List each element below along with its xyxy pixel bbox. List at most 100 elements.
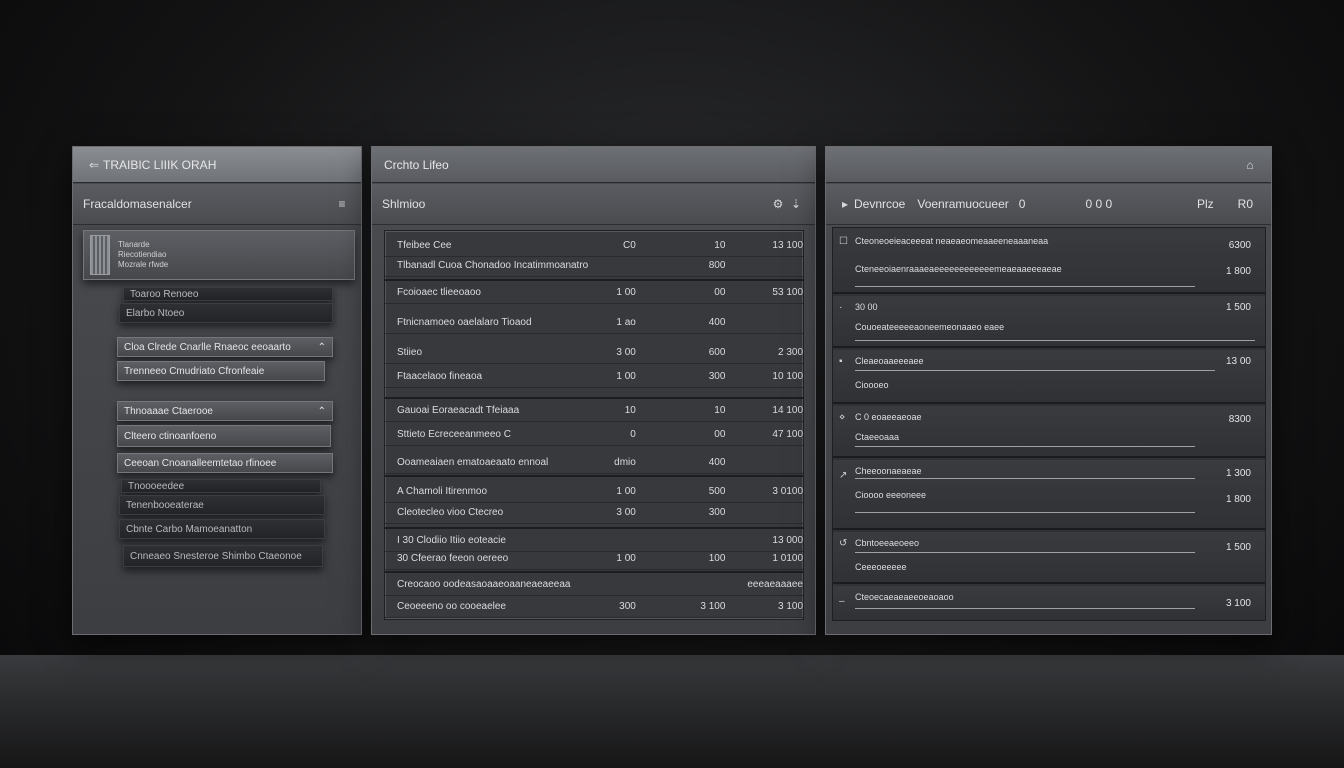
table-row[interactable]: Tlbanadl Cuoa Chonadoo Incatimmoanatro 80… [385,254,803,277]
cell: 10 [714,404,726,416]
cell: 1 00 [616,485,636,497]
cell: 400 [708,456,726,468]
cell: 2 300 [777,346,804,358]
list-item[interactable]: ↗ Cheeoonaeaeae Cioooo eeeoneee 1 300 1 … [833,460,1265,530]
progress-line [855,608,1195,609]
cell: A Chamoli Itirenmoo [397,485,488,497]
list-item-label: Thnoaaae Ctaerooe [124,405,213,417]
cell: Tlbanadl Cuoa Chonadoo Incatimmoanatro [397,259,589,271]
right-header-item[interactable]: Plz [1197,197,1214,211]
checkbox-icon[interactable]: ☐ [839,236,848,247]
list-item[interactable]: · 30 00 Couoeateeeeeaoneemeonaaeo eaee 1… [833,296,1265,348]
middle-header: Shlmioo ⚙ ⇣ [372,184,815,225]
item-title: Cheeoonaeaeae [855,466,922,476]
desk-surface [0,655,1344,768]
right-header-item[interactable]: 0 0 0 [1085,197,1197,211]
cell: C0 [623,239,636,251]
cell: 400 [708,316,726,328]
list-item[interactable]: ☐ Cteoneoeieaceeeat neaeaeomeaaeeneaaane… [833,228,1265,294]
play-icon[interactable]: ▸ [836,197,854,211]
left-header-title: Fracaldomasenalcer [83,197,192,211]
list-item[interactable]: Elarbo Ntoeo [119,303,333,323]
table-row[interactable]: Gauoai Eoraeacadt Tfeiaaa 10 10 14 100 [385,399,803,422]
list-item[interactable]: Clteero ctinoanfoeno [117,425,331,447]
list-item-label: Tnoooeedee [128,480,185,492]
table-row[interactable]: Creocaoo oodeasaoaaeoaaneaeaeeaa eeeaeaaa… [385,573,803,596]
list-item[interactable]: ⋄ C 0 eoaeeaeoae Ctaeeoaaa 8300 [833,406,1265,458]
table-row[interactable]: Sttieto Ecreceeanmeeo C 0 00 47 100 [385,423,803,446]
list-item[interactable]: ▪ Cleaeoaaeeeaee Cioooeo 13 00 [833,350,1265,404]
list-item[interactable]: Tnoooeedee [121,479,321,493]
table-row[interactable]: Cleotecleo vioo Ctecreo 3 00 300 [385,501,803,524]
cell: Sttieto Ecreceeanmeeo C [397,428,511,440]
list-item[interactable]: Cnneaeo Snesteroe Shimbo Ctaeonoe [123,545,323,567]
list-item[interactable]: Thnoaaae Ctaerooe ⌃ [117,401,333,421]
filter-icon[interactable]: ⇣ [787,197,805,211]
cell: Ftaacelaoo fineaoa [397,370,483,382]
activity-list: ☐ Cteoneoeieaceeeat neaeaeomeaaeeneaaane… [832,227,1266,621]
progress-line [855,340,1255,341]
right-panel: ⌂ ▸ Devnrcoe Voenramuocueer 0 0 0 0 Plz … [825,146,1272,635]
cell: 100 [708,552,726,564]
arrow-icon: ↗ [839,470,848,481]
table-row[interactable]: Fcoioaec tlieeoaoo 1 00 00 53 100 [385,281,803,304]
cell: 1 0100 [772,552,804,564]
dash-icon: – [839,596,845,607]
item-value: 1 800 [1225,494,1251,505]
cell: 300 [708,370,726,382]
progress-line [855,286,1195,287]
cell: 600 [708,346,726,358]
chevron-icon: ⌃ [317,341,326,353]
right-header-item[interactable]: 0 [1019,197,1026,211]
middle-panel: Crchto Lifeo Shlmioo ⚙ ⇣ Tfeibee Cee C0 10… [371,146,816,635]
table-row[interactable]: Ooameaiaen ematoaeaato ennoal dmio 400 [385,451,803,474]
item-subtitle: Ceeeoeeeee [855,562,907,572]
table-row[interactable]: Stiieo 3 00 600 2 300 [385,341,803,364]
list-item-label: Toaroo Renoeo [130,288,199,300]
cell: 13 000 [772,534,804,546]
list-item-label: Cbnte Carbo Mamoeanatton [126,523,253,535]
middle-header-title: Shlmioo [382,197,426,211]
cell: 10 100 [772,370,804,382]
file-card-line: Mozrale rfwde [118,260,169,269]
cell: Tfeibee Cee [397,239,452,251]
table-row[interactable]: Ftnicnamoeo oaelalaro Tioaod 1 ao 400 [385,311,803,334]
back-arrow-icon[interactable]: ⇐ [85,158,103,172]
table-row[interactable]: Ceoeeeno oo cooeaelee 300 3 100 3 100 [385,595,803,618]
table-group: Tfeibee Cee C0 10 13 100 Tlbanadl Cuoa Chon… [385,231,803,281]
list-item[interactable]: Cloa Clrede Cnarlle Rnaeoc eeoaarto ⌃ [117,337,333,357]
list-item[interactable]: – Cteoecaeaeaeeoeaoaoo 3 100 [833,586,1265,620]
cell: 300 [619,600,636,612]
file-card[interactable]: Tlanarde Riecotiendiao Mozrale rfwde [83,230,355,280]
table-row[interactable]: 30 Cfeerao feeon oereeo 1 00 100 1 0100 [385,547,803,570]
table-row[interactable]: A Chamoli Itirenmoo 1 00 500 3 0100 [385,480,803,503]
list-item[interactable]: Cbnte Carbo Mamoeanatton [119,519,325,539]
item-value: 8300 [1228,414,1251,425]
list-item[interactable]: ↺ Cbntoeeaeoeeo Ceeeoeeeee 1 500 [833,532,1265,584]
table-row[interactable]: Ftaacelaoo fineaoa 1 00 300 10 100 [385,365,803,388]
table-group: I 30 Clodiio Itiio eoteacie 13 000 30 Cfe… [385,529,803,573]
cell: 800 [708,259,726,271]
cell: Cleotecleo vioo Ctecreo [397,506,504,518]
cell: 14 100 [772,404,804,416]
list-item[interactable]: Trenneeo Cmudriato Cfronfeaie [117,361,325,381]
right-header-item[interactable]: R0 [1238,197,1253,211]
item-value: 13 00 [1225,356,1251,367]
list-item-label: Elarbo Ntoeo [126,307,185,319]
cell: eeeaeaaaee [747,578,803,590]
right-header-item[interactable]: Voenramuocueer [917,197,1008,211]
data-table: Tfeibee Cee C0 10 13 100 Tlbanadl Cuoa Chon… [384,230,804,620]
menu-icon[interactable]: ≡ [333,197,351,211]
item-value: 1 300 [1225,468,1251,479]
settings-icon[interactable]: ⚙ [769,197,787,211]
right-header-item[interactable]: Devnrcoe [854,197,905,211]
file-card-line: Riecotiendiao [118,250,167,259]
list-item[interactable]: Toaroo Renoeo [123,287,333,301]
list-item[interactable]: Ceeoan Cnoanalleemtetao rfinoee [117,453,333,473]
table-group: Gauoai Eoraeacadt Tfeiaaa 10 10 14 100 Stti… [385,399,803,477]
item-value: 1 500 [1225,542,1251,553]
lock-icon[interactable]: ⌂ [1241,158,1259,172]
left-header: Fracaldomasenalcer ≡ [73,184,361,225]
cell: Gauoai Eoraeacadt Tfeiaaa [397,404,520,416]
list-item[interactable]: Tenenbooeaterae [119,495,325,515]
